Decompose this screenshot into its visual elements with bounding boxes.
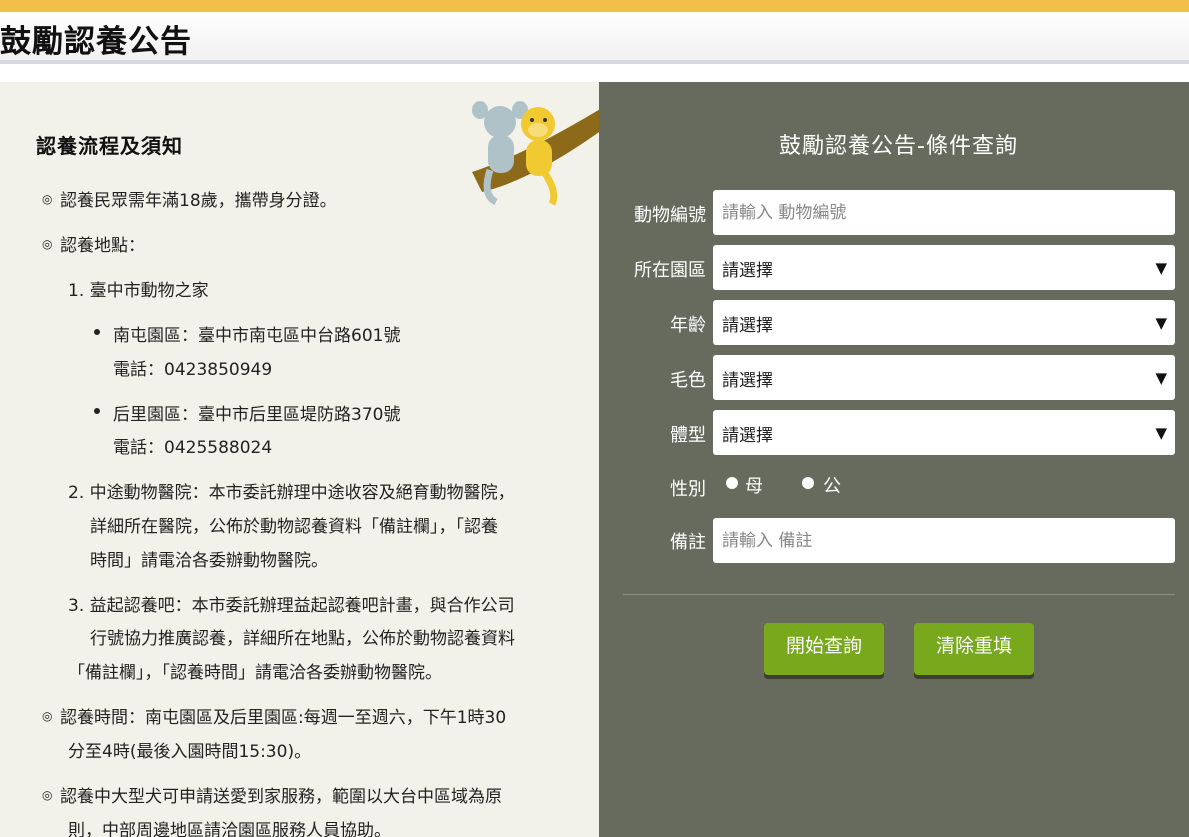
color-select-value: 請選擇: [722, 371, 773, 391]
age-requirement-text: 認養民眾需年滿18歲，攜帶身分證。: [60, 191, 337, 211]
circle-bullet-icon: ◎: [42, 709, 53, 723]
sex-female-radio[interactable]: [726, 477, 738, 489]
triangle-down-icon: ▼: [1155, 259, 1167, 277]
disc-bullet-icon: [94, 329, 100, 335]
age-select-value: 請選擇: [722, 316, 773, 336]
location-item-3-line3: 「備註欄」，「認養時間」請電洽各委辦動物醫院。: [68, 663, 442, 683]
hours-line2: 分至4時(最後入園時間15:30)。: [68, 742, 312, 762]
search-button[interactable]: 開始查詢: [764, 623, 884, 675]
disc-bullet-icon: [94, 408, 100, 414]
age-select[interactable]: 請選擇 ▼: [713, 300, 1175, 345]
sex-male-radio[interactable]: [802, 477, 814, 489]
age-label: 年齡: [670, 315, 706, 336]
reset-button[interactable]: 清除重填: [914, 623, 1034, 675]
body-select[interactable]: 請選擇 ▼: [713, 410, 1175, 455]
top-accent-bar: [0, 0, 1189, 12]
circle-bullet-icon: ◎: [42, 788, 53, 802]
adoption-info-panel: 認養流程及須知 ◎ 認養民眾需年滿18歲，攜帶身分證。 ◎ 認養地點： 1. 臺…: [0, 82, 599, 837]
triangle-down-icon: ▼: [1155, 314, 1167, 332]
sex-label: 性別: [670, 479, 706, 500]
circle-bullet-icon: ◎: [42, 192, 53, 206]
note-input[interactable]: [713, 518, 1175, 563]
area-label: 所在園區: [634, 260, 706, 281]
mascot-illustration-icon: [472, 101, 599, 206]
nantun-address: 南屯園區：臺中市南屯區中台路601號: [113, 326, 401, 346]
circle-bullet-icon: ◎: [42, 237, 53, 251]
hours-line1: 認養時間：南屯園區及后里園區:每週一至週六，下午1時30: [60, 708, 507, 728]
location-item-2-line2: 詳細所在醫院，公佈於動物認養資料「備註欄」，「認養: [90, 517, 498, 537]
houli-address: 后里園區：臺中市后里區堤防路370號: [113, 405, 401, 425]
location-item-2-line3: 時間」請電洽各委辦動物醫院。: [90, 551, 328, 571]
info-title: 認養流程及須知: [36, 134, 183, 158]
sex-male-label: 公: [823, 476, 841, 497]
sex-female-label: 母: [745, 476, 763, 497]
color-select[interactable]: 請選擇 ▼: [713, 355, 1175, 400]
search-panel: 鼓勵認養公告-條件查詢 動物編號 所在園區 請選擇 ▼ 年齡 請選擇 ▼ 毛色 …: [599, 82, 1189, 837]
delivery-line1: 認養中大型犬可申請送愛到家服務，範圍以大台中區域為原: [60, 787, 502, 807]
triangle-down-icon: ▼: [1155, 424, 1167, 442]
location-item-1: 1. 臺中市動物之家: [68, 281, 209, 301]
animal-id-label: 動物編號: [634, 205, 706, 226]
location-item-3-line1: 3. 益起認養吧：本市委託辦理益起認養吧計畫，與合作公司: [68, 596, 515, 616]
delivery-line2: 則，中部周邊地區請洽園區服務人員協助。: [68, 821, 391, 837]
divider: [623, 594, 1175, 595]
search-title: 鼓勵認養公告-條件查詢: [779, 134, 1018, 159]
nantun-phone: 電話：0423850949: [113, 360, 273, 380]
location-item-2-line1: 2. 中途動物醫院：本市委託辦理中途收容及絕育動物醫院，: [68, 483, 515, 503]
houli-phone: 電話：0425588024: [113, 438, 273, 458]
page-header: 鼓勵認養公告: [0, 12, 1189, 64]
locations-label: 認養地點：: [60, 236, 145, 256]
location-item-3-line2: 行號協力推廣認養，詳細所在地點，公佈於動物認養資料: [90, 629, 515, 649]
page-title: 鼓勵認養公告: [0, 24, 192, 60]
area-select-value: 請選擇: [722, 261, 773, 281]
body-select-value: 請選擇: [722, 426, 773, 446]
area-select[interactable]: 請選擇 ▼: [713, 245, 1175, 290]
animal-id-input[interactable]: [713, 190, 1175, 235]
body-label: 體型: [670, 425, 706, 446]
triangle-down-icon: ▼: [1155, 369, 1167, 387]
color-label: 毛色: [670, 370, 706, 391]
note-label: 備註: [670, 532, 706, 553]
